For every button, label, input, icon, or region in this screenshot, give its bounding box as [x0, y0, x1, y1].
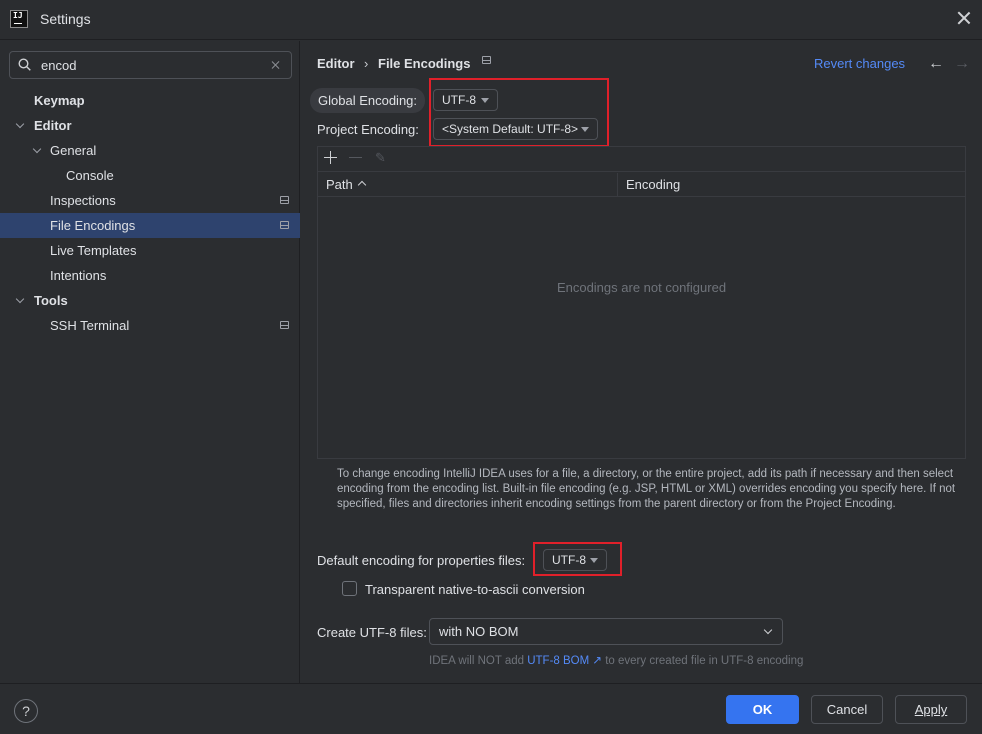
project-settings-icon: [280, 321, 289, 329]
project-settings-icon: [482, 56, 491, 64]
column-divider[interactable]: [617, 173, 618, 197]
tree-item-tools[interactable]: Tools: [0, 288, 300, 313]
tree-item-label: SSH Terminal: [50, 318, 130, 333]
breadcrumb-current: File Encodings: [378, 56, 471, 71]
dropdown-caret-icon: [581, 127, 589, 132]
settings-tree: Keymap Editor General Console Inspection…: [0, 88, 300, 338]
tree-item-live-templates[interactable]: Live Templates: [0, 238, 300, 263]
tree-item-console[interactable]: Console: [0, 163, 300, 188]
properties-encoding-dropdown[interactable]: UTF-8: [543, 549, 607, 571]
revert-changes-link[interactable]: Revert changes: [814, 56, 905, 71]
utf8-bom-link[interactable]: UTF-8 BOM ↗: [527, 655, 602, 667]
back-arrow-icon[interactable]: ←: [928, 56, 944, 72]
tree-item-label: Live Templates: [50, 243, 137, 258]
column-header-encoding[interactable]: Encoding: [626, 173, 680, 197]
tree-item-file-encodings[interactable]: File Encodings: [0, 213, 300, 238]
tree-item-label: Console: [66, 168, 114, 183]
table-header: Path Encoding: [318, 173, 965, 197]
dropdown-caret-icon: [590, 558, 598, 563]
intellij-app-icon: IJ: [10, 10, 28, 28]
project-settings-icon: [280, 221, 289, 229]
sort-ascending-icon: [357, 180, 367, 190]
settings-sidebar: Keymap Editor General Console Inspection…: [0, 41, 300, 683]
tree-item-label: Inspections: [50, 193, 116, 208]
tree-item-keymap[interactable]: Keymap: [0, 88, 300, 113]
tree-item-label: General: [50, 143, 97, 158]
tree-item-intentions[interactable]: Intentions: [0, 263, 300, 288]
settings-main-panel: Editor › File Encodings Revert changes ←…: [301, 41, 982, 683]
help-icon[interactable]: ?: [14, 699, 38, 723]
global-encoding-label: Global Encoding:: [310, 88, 426, 113]
apply-button[interactable]: Apply: [895, 695, 967, 724]
global-encoding-dropdown[interactable]: UTF-8: [433, 89, 498, 111]
remove-icon[interactable]: [348, 150, 364, 166]
ok-button[interactable]: OK: [726, 695, 799, 724]
tree-item-general[interactable]: General: [0, 138, 300, 163]
window-title: Settings: [40, 11, 91, 27]
search-icon: [18, 58, 31, 71]
bom-value: with NO BOM: [439, 624, 519, 639]
create-utf8-label: Create UTF-8 files:: [317, 625, 427, 640]
encodings-table: ✎ Path Encoding Encodings are not config…: [317, 146, 966, 459]
edit-icon[interactable]: ✎: [375, 151, 389, 165]
column-header-path[interactable]: Path: [326, 173, 353, 197]
project-encoding-dropdown[interactable]: <System Default: UTF-8>: [433, 118, 598, 140]
tree-item-label: Keymap: [34, 93, 85, 108]
properties-encoding-label: Default encoding for properties files:: [317, 553, 526, 568]
global-encoding-value: UTF-8: [442, 93, 476, 107]
breadcrumb-separator: ›: [364, 56, 369, 71]
dropdown-caret-icon: [481, 98, 489, 103]
clear-search-icon[interactable]: [271, 60, 281, 70]
chevron-down-icon[interactable]: [17, 296, 25, 304]
project-encoding-label: Project Encoding:: [317, 122, 419, 137]
tree-item-editor[interactable]: Editor: [0, 113, 300, 138]
project-encoding-value: <System Default: UTF-8>: [442, 122, 579, 136]
native-to-ascii-label[interactable]: Transparent native-to-ascii conversion: [365, 582, 585, 597]
search-field[interactable]: [9, 51, 292, 79]
tree-item-label: Tools: [34, 293, 68, 308]
project-settings-icon: [280, 196, 289, 204]
chevron-down-icon[interactable]: [34, 146, 42, 154]
bom-hint: IDEA will NOT add UTF-8 BOM ↗ to every c…: [429, 653, 803, 667]
forward-arrow-icon[interactable]: →: [954, 56, 970, 72]
table-toolbar: ✎: [318, 147, 965, 172]
title-bar: IJ Settings: [0, 0, 982, 40]
chevron-down-icon: [763, 625, 773, 635]
tree-item-ssh-terminal[interactable]: SSH Terminal: [0, 313, 300, 338]
table-empty-text: Encodings are not configured: [556, 280, 727, 295]
breadcrumb-parent[interactable]: Editor: [317, 56, 355, 71]
tree-item-label: File Encodings: [50, 218, 136, 233]
add-icon[interactable]: [323, 150, 339, 166]
chevron-down-icon[interactable]: [17, 121, 25, 129]
hint-suffix: to every created file in UTF-8 encoding: [605, 655, 804, 667]
search-input[interactable]: [41, 56, 261, 74]
close-icon[interactable]: [956, 10, 972, 26]
dialog-footer: ? OK Cancel Apply: [0, 683, 982, 734]
encoding-info-text: To change encoding IntelliJ IDEA uses fo…: [337, 468, 956, 510]
tree-item-inspections[interactable]: Inspections: [0, 188, 300, 213]
hint-prefix: IDEA will NOT add: [429, 655, 525, 667]
native-to-ascii-checkbox[interactable]: [342, 581, 357, 596]
cancel-button[interactable]: Cancel: [811, 695, 883, 724]
tree-item-label: Intentions: [50, 268, 107, 283]
bom-dropdown[interactable]: with NO BOM: [429, 618, 783, 645]
tree-item-label: Editor: [34, 118, 72, 133]
properties-encoding-value: UTF-8: [552, 553, 586, 567]
